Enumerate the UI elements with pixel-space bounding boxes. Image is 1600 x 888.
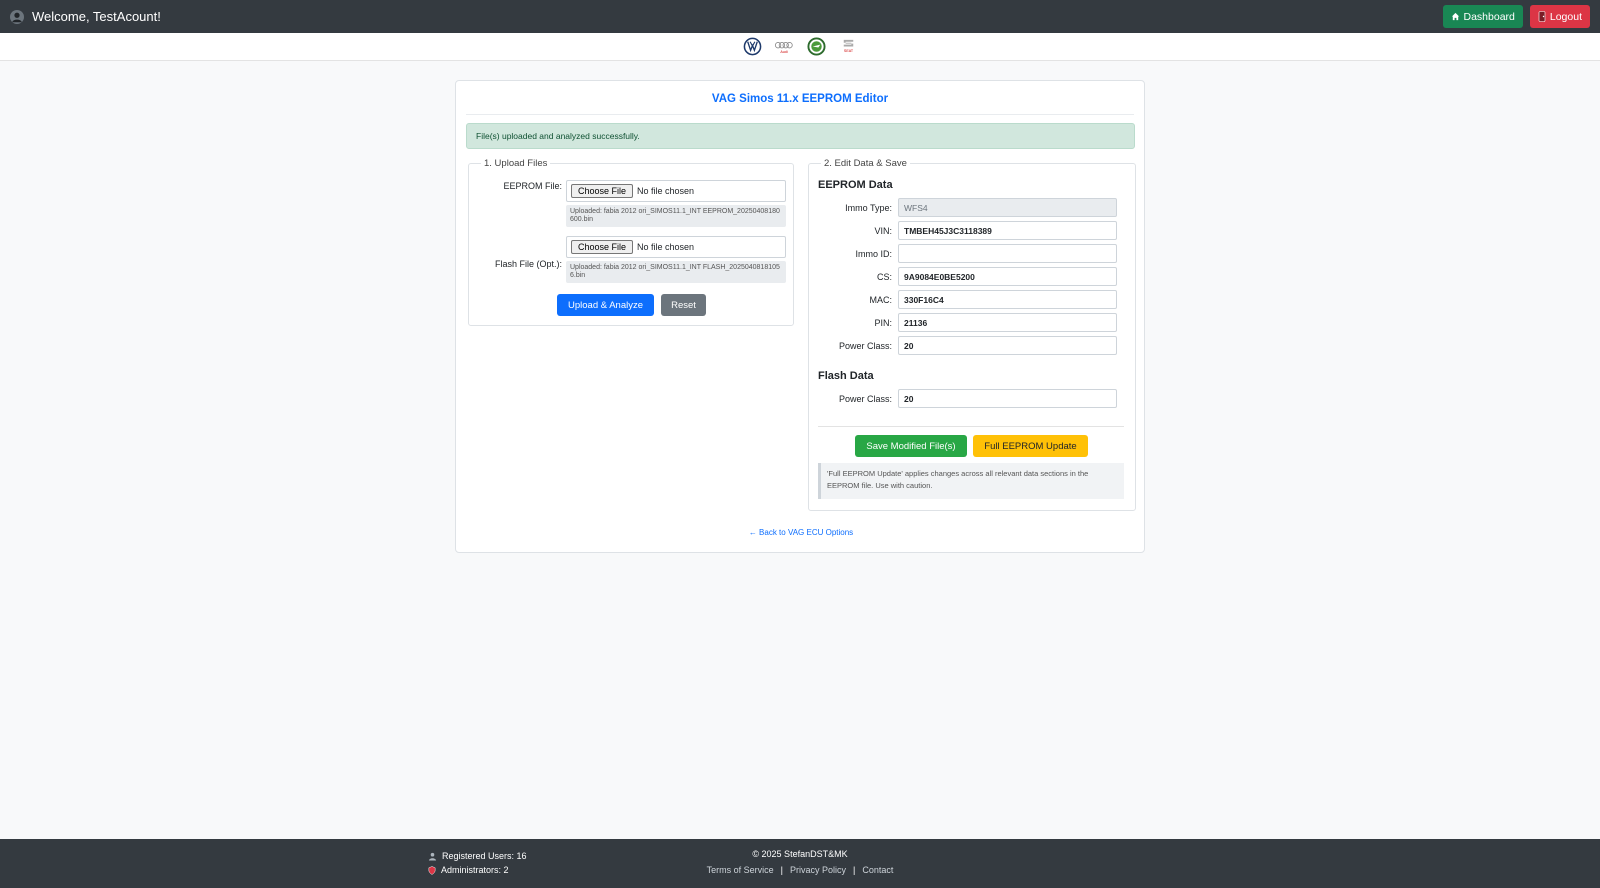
- contact-link[interactable]: Contact: [862, 865, 893, 875]
- dashboard-label: Dashboard: [1463, 10, 1515, 23]
- eeprom-file-row: EEPROM File:: [476, 181, 569, 191]
- save-actions: Save Modified File(s) Full EEPROM Update: [855, 435, 1088, 457]
- field-flash-power-class: Power Class: 20: [808, 389, 1136, 408]
- upload-actions: Upload & Analyze Reset: [557, 294, 706, 316]
- footer-stats: Registered Users: 16 Administrators: 2: [428, 849, 527, 877]
- flash-file-row: Flash File (Opt.):: [476, 259, 569, 269]
- audi-logo: Audi: [774, 37, 794, 57]
- mac-label: MAC:: [869, 294, 893, 305]
- logout-label: Logout: [1549, 10, 1582, 23]
- administrators: Administrators: 2: [428, 863, 527, 877]
- flash-choose-file-button[interactable]: Choose File: [571, 240, 634, 254]
- audi-wordmark: Audi: [780, 49, 787, 53]
- upload-legend: 1. Upload Files: [484, 158, 548, 169]
- footer-separator: |: [853, 865, 856, 875]
- pin-input[interactable]: 21136: [898, 313, 1117, 332]
- terms-link[interactable]: Terms of Service: [707, 865, 774, 875]
- privacy-link[interactable]: Privacy Policy: [790, 865, 846, 875]
- success-alert: File(s) uploaded and analyzed successful…: [466, 123, 1135, 149]
- home-icon: [1451, 12, 1459, 21]
- vin-input[interactable]: TMBEH45J3C3118389: [898, 221, 1117, 240]
- save-modified-files-button[interactable]: Save Modified File(s): [855, 435, 967, 457]
- footer-center: © 2025 StefanDST&MK Terms of Service | Pri…: [600, 849, 1000, 875]
- administrators-text: Administrators: 2: [441, 865, 509, 875]
- footer: Registered Users: 16 Administrators: 2 ©…: [0, 839, 1600, 888]
- full-eeprom-update-button[interactable]: Full EEPROM Update: [973, 435, 1088, 457]
- logout-button[interactable]: Logout: [1529, 5, 1590, 28]
- eeprom-file-label: EEPROM File:: [503, 181, 562, 191]
- top-navbar: Welcome, TestAcount! Dashboard Logout: [0, 0, 1600, 33]
- flash-uploaded-info: Uploaded: fabia 2012 ori_SIMOS11.1_INT F…: [566, 261, 786, 283]
- shield-icon: [428, 865, 436, 875]
- page-title: VAG Simos 11.x EEPROM Editor: [466, 93, 1134, 115]
- flash-file-label: Flash File (Opt.):: [494, 259, 562, 269]
- back-link[interactable]: ← Back to VAG ECU Options: [456, 528, 1146, 537]
- flash-power-class-label: Power Class:: [838, 393, 892, 404]
- brand-logos-bar: Audi SEAT: [0, 33, 1600, 61]
- seat-wordmark: SEAT: [843, 49, 853, 53]
- eeprom-data-heading: EEPROM Data: [818, 179, 893, 191]
- user-avatar-icon: [10, 9, 24, 24]
- flash-file-input[interactable]: Choose File No file chosen: [566, 236, 786, 258]
- mac-input[interactable]: 330F16C4: [898, 290, 1117, 309]
- user-welcome: Welcome, TestAcount!: [10, 9, 161, 24]
- full-update-hint: 'Full EEPROM Update' applies changes acr…: [818, 463, 1124, 499]
- immo-type-label: Immo Type:: [845, 202, 892, 213]
- power-class-label: Power Class:: [838, 340, 892, 351]
- edit-data-content: EEPROM Data Immo Type: WFS4 VIN: TMBEH45…: [808, 158, 1136, 511]
- skoda-logo: [806, 37, 826, 57]
- immo-type-input: WFS4: [898, 198, 1117, 217]
- field-immo-type: Immo Type: WFS4: [808, 198, 1136, 217]
- field-mac: MAC: 330F16C4: [808, 290, 1136, 309]
- footer-links: Terms of Service | Privacy Policy | Contact: [600, 865, 1000, 875]
- eeprom-no-file-text: No file chosen: [637, 186, 695, 196]
- cs-label: CS:: [876, 271, 892, 282]
- vw-logo: [742, 37, 762, 57]
- eeprom-uploaded-info: Uploaded: fabia 2012 ori_SIMOS11.1_INT E…: [566, 205, 786, 227]
- door-icon: [1538, 11, 1546, 22]
- field-pin: PIN: 21136: [808, 313, 1136, 332]
- flash-data-heading: Flash Data: [818, 370, 874, 382]
- immo-id-label: Immo ID:: [855, 248, 892, 259]
- users-icon: [428, 852, 437, 861]
- immo-id-input[interactable]: [898, 244, 1117, 263]
- flash-power-class-input[interactable]: 20: [898, 389, 1117, 408]
- pin-label: PIN:: [874, 317, 892, 328]
- field-power-class: Power Class: 20: [808, 336, 1136, 355]
- eeprom-file-input[interactable]: Choose File No file chosen: [566, 180, 786, 202]
- seat-logo: SEAT: [838, 37, 858, 57]
- upload-analyze-button[interactable]: Upload & Analyze: [557, 294, 654, 316]
- edit-divider: [818, 426, 1124, 427]
- power-class-input[interactable]: 20: [898, 336, 1117, 355]
- vin-label: VIN:: [874, 225, 892, 236]
- copyright: © 2025 StefanDST&MK: [752, 849, 848, 859]
- cs-input[interactable]: 9A9084E0BE5200: [898, 267, 1117, 286]
- flash-no-file-text: No file chosen: [637, 242, 695, 252]
- editor-card: VAG Simos 11.x EEPROM Editor File(s) upl…: [455, 80, 1145, 553]
- field-vin: VIN: TMBEH45J3C3118389: [808, 221, 1136, 240]
- reset-button[interactable]: Reset: [661, 294, 706, 316]
- flash-uploaded-row: Uploaded: fabia 2012 ori_SIMOS11.1_INT F…: [566, 261, 786, 283]
- welcome-text: Welcome, TestAcount!: [32, 9, 161, 24]
- eeprom-uploaded-row: Uploaded: fabia 2012 ori_SIMOS11.1_INT E…: [566, 205, 786, 227]
- field-immo-id: Immo ID:: [808, 244, 1136, 263]
- dashboard-button[interactable]: Dashboard: [1442, 5, 1523, 28]
- field-cs: CS: 9A9084E0BE5200: [808, 267, 1136, 286]
- registered-users: Registered Users: 16: [428, 849, 527, 863]
- registered-users-text: Registered Users: 16: [442, 851, 527, 861]
- footer-separator: |: [780, 865, 783, 875]
- eeprom-choose-file-button[interactable]: Choose File: [571, 184, 634, 198]
